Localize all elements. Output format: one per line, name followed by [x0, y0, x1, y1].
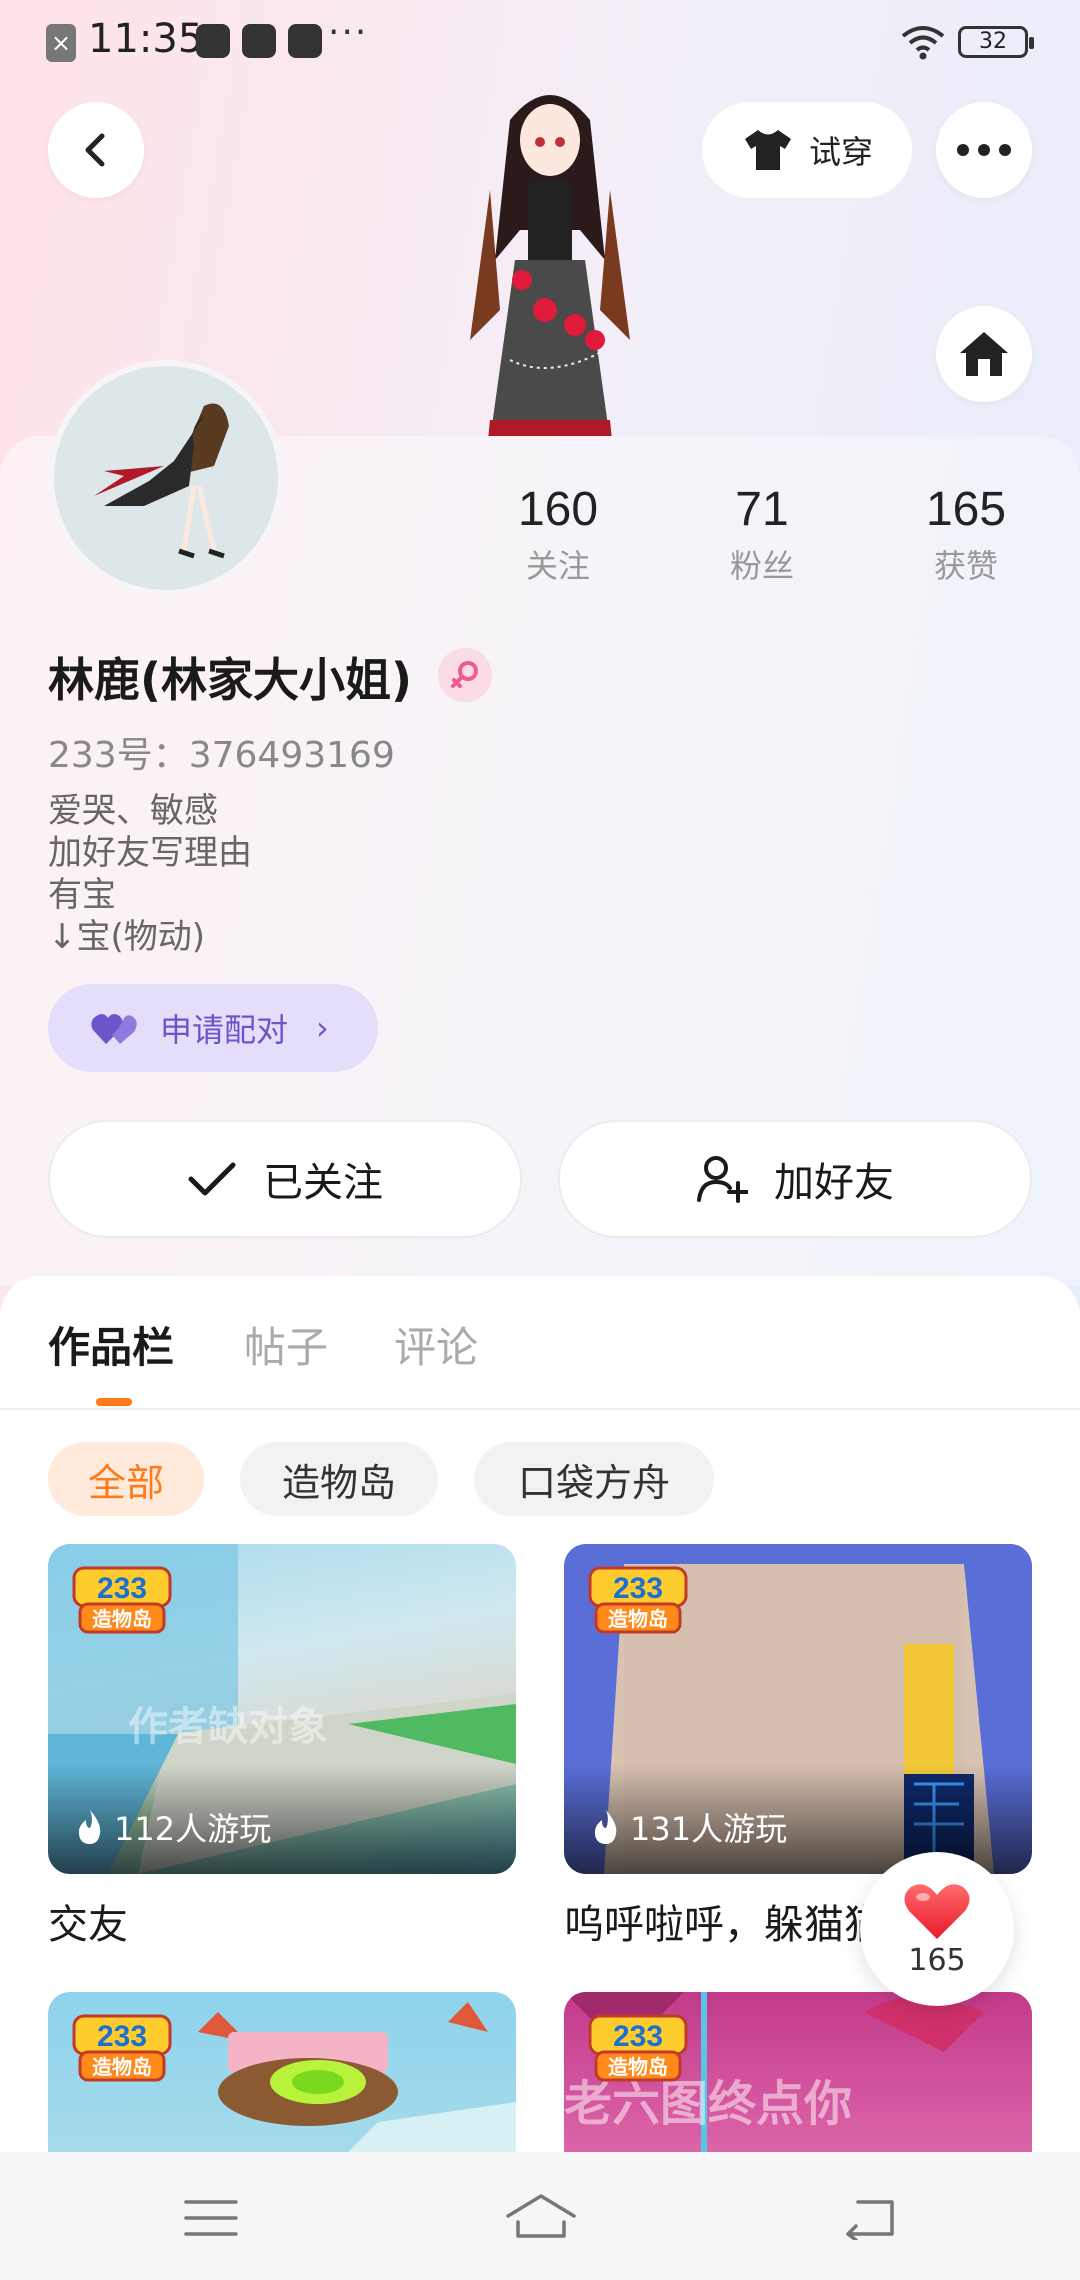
notification-x-icon: ×	[46, 24, 76, 62]
thumbnail-watermark: 作者缺对象	[128, 1704, 328, 1750]
double-heart-icon	[91, 1014, 137, 1044]
stat-following-value: 160	[517, 483, 599, 536]
creation-island-badge: 233 造物岛	[588, 2014, 688, 2082]
play-count: 131人游玩	[592, 1804, 787, 1850]
status-time: 11:35	[88, 16, 204, 62]
filter-chip-pocket-ark[interactable]: 口袋方舟	[474, 1442, 714, 1516]
like-count: 165	[908, 1942, 966, 1978]
stat-fans-label: 粉丝	[729, 547, 794, 585]
work-title: 交友	[48, 1902, 128, 1948]
menu-icon[interactable]	[184, 2198, 238, 2238]
work-thumbnail: 233 造物岛 131人游玩	[564, 1544, 1032, 1874]
tab-posts[interactable]: 帖子	[244, 1314, 328, 1375]
tab-comments[interactable]: 评论	[394, 1314, 478, 1375]
bio-line: ↓宝(物动)	[48, 917, 206, 957]
app-square-icon	[288, 24, 322, 58]
creation-island-badge: 233 造物岛	[72, 1566, 172, 1634]
work-thumbnail: 233 造物岛	[48, 1992, 516, 2152]
work-thumbnail: 作者缺对象 233 造物岛 112人游玩	[48, 1544, 516, 1874]
battery-indicator: 32	[958, 26, 1034, 58]
user-id: 233号：376493169	[48, 735, 395, 776]
add-friend-label: 加好友	[774, 1160, 894, 1206]
followed-label: 已关注	[263, 1160, 383, 1206]
stat-likes-label: 获赞	[933, 547, 998, 585]
avatar-character-illustration	[470, 95, 630, 440]
tab-works[interactable]: 作品栏	[48, 1314, 174, 1375]
active-tab-indicator	[96, 1398, 132, 1406]
badge-text: 造物岛	[92, 2055, 152, 2079]
tab-divider	[0, 1408, 1080, 1410]
apply-pair-label: 申请配对	[160, 1011, 289, 1049]
mail-app-icon	[242, 24, 276, 58]
filter-chip-creation-island[interactable]: 造物岛	[240, 1442, 438, 1516]
house-icon	[960, 332, 1008, 376]
work-card[interactable]: 233 造物岛	[48, 1992, 516, 2152]
more-notifications-icon: ···	[328, 12, 369, 53]
play-count: 112人游玩	[76, 1804, 271, 1850]
nickname: 林鹿(林家大小姐)	[48, 653, 413, 707]
home-button[interactable]	[936, 306, 1032, 402]
play-count-text: 131人游玩	[630, 1810, 788, 1848]
avatar[interactable]	[48, 360, 284, 596]
more-dots-icon	[957, 144, 1011, 156]
fan-app-icon	[196, 24, 230, 58]
try-on-button[interactable]: 试穿	[702, 102, 912, 198]
stat-following-label: 关注	[525, 547, 590, 585]
filter-chip-all[interactable]: 全部	[48, 1442, 204, 1516]
badge-number: 233	[97, 1572, 147, 1605]
stat-likes-value: 165	[925, 483, 1007, 536]
check-icon	[188, 1162, 236, 1196]
back-nav-icon[interactable]	[842, 2196, 898, 2240]
chevron-left-icon	[85, 133, 105, 167]
chevron-right-icon: ›	[316, 1009, 329, 1047]
badge-text: 造物岛	[608, 1607, 668, 1631]
system-navigation-bar	[0, 2152, 1080, 2280]
work-thumbnail: 老六图终点你 233 造物岛	[564, 1992, 1032, 2152]
flame-icon	[78, 1810, 101, 1844]
bio: 爱哭、敏感 加好友写理由 有宝 ↓宝(物动)	[48, 790, 252, 958]
badge-text: 造物岛	[608, 2055, 668, 2079]
followed-button[interactable]: 已关注	[48, 1120, 522, 1238]
badge-text: 造物岛	[92, 1607, 152, 1631]
badge-number: 233	[97, 2020, 147, 2053]
bio-line: 爱哭、敏感	[48, 791, 218, 831]
try-on-label: 试穿	[808, 133, 873, 171]
stat-following[interactable]: 160 关注	[488, 482, 628, 587]
bio-line: 有宝	[48, 875, 116, 915]
tshirt-icon	[744, 130, 791, 170]
badge-number: 233	[613, 1572, 663, 1605]
female-gender-icon	[438, 648, 492, 702]
stat-fans-value: 71	[735, 483, 789, 536]
stat-likes[interactable]: 165 获赞	[896, 482, 1036, 587]
flame-icon	[594, 1810, 617, 1844]
apply-pair-button[interactable]: 申请配对 ›	[48, 984, 378, 1072]
add-friend-button[interactable]: 加好友	[558, 1120, 1032, 1238]
more-options-button[interactable]	[936, 102, 1032, 198]
work-card[interactable]: 老六图终点你 233 造物岛	[564, 1992, 1032, 2152]
avatar-character-image	[94, 403, 229, 559]
back-button[interactable]	[48, 102, 144, 198]
bio-line: 加好友写理由	[48, 833, 252, 873]
heart-icon	[904, 1883, 970, 1939]
work-title: 呜呼啦呼，躲猫猫	[564, 1902, 884, 1948]
stat-fans[interactable]: 71 粉丝	[692, 482, 832, 587]
like-button[interactable]: 165	[860, 1852, 1014, 2006]
status-bar: × 11:35 ··· 32	[0, 0, 1080, 84]
wifi-icon	[901, 26, 945, 60]
add-person-icon	[697, 1156, 748, 1203]
home-nav-icon[interactable]	[504, 2192, 578, 2240]
creation-island-badge: 233 造物岛	[72, 2014, 172, 2082]
work-card[interactable]: 作者缺对象 233 造物岛 112人游玩 交友	[48, 1544, 516, 1950]
play-count-text: 112人游玩	[114, 1810, 272, 1848]
creation-island-badge: 233 造物岛	[588, 1566, 688, 1634]
badge-number: 233	[613, 2020, 663, 2053]
